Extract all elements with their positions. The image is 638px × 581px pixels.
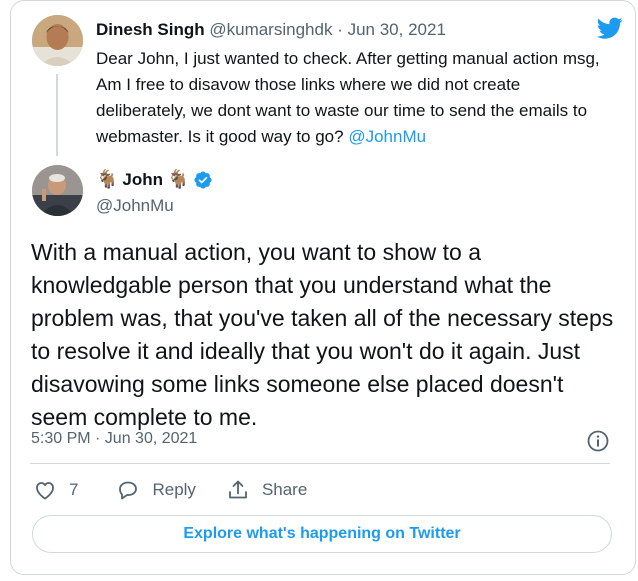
avatar-dinesh-singh[interactable] — [32, 15, 83, 66]
actions-divider — [30, 463, 610, 464]
reply-date[interactable]: Jun 30, 2021 — [348, 20, 446, 39]
main-tweet-text: With a manual action, you want to show t… — [31, 239, 614, 430]
author-display-name[interactable]: John — [122, 170, 163, 190]
verified-badge-icon — [194, 170, 212, 189]
author-name-row[interactable]: 🐐 John 🐐 — [96, 169, 213, 190]
share-icon — [229, 480, 247, 499]
share-label: Share — [261, 480, 308, 499]
like-button[interactable]: 7 — [33, 478, 78, 502]
reply-bubble-icon — [119, 481, 138, 500]
heart-icon — [36, 482, 54, 500]
share-button[interactable]: Share — [226, 478, 307, 502]
reply-button[interactable]: Reply — [116, 478, 196, 502]
goat-emoji-suffix: 🐐 — [167, 169, 190, 189]
reply-tweet-text: Dear John, I just wanted to check. After… — [96, 46, 601, 150]
info-icon[interactable] — [586, 429, 610, 453]
explore-twitter-button[interactable]: Explore what's happening on Twitter — [32, 515, 612, 553]
reply-handle[interactable]: @kumarsinghdk — [209, 20, 332, 39]
thread-connector-line — [56, 74, 58, 156]
tweet-actions-bar: 7 Reply Share — [33, 478, 337, 502]
reply-label: Reply — [152, 480, 196, 499]
reply-tweet-header: Dinesh Singh @kumarsinghdk · Jun 30, 202… — [96, 20, 446, 40]
mention-link[interactable]: @JohnMu — [348, 127, 426, 146]
reply-display-name[interactable]: Dinesh Singh — [96, 20, 205, 39]
like-count: 7 — [69, 480, 79, 499]
avatar-image — [32, 15, 83, 66]
avatar-john[interactable] — [32, 165, 83, 216]
twitter-bird-icon[interactable] — [595, 15, 625, 41]
author-handle[interactable]: @JohnMu — [96, 196, 174, 216]
goat-emoji-prefix: 🐐 — [96, 169, 119, 189]
tweet-timestamp[interactable]: 5:30 PM · Jun 30, 2021 — [31, 430, 197, 448]
separator-dot: · — [337, 20, 343, 39]
avatar-image — [32, 165, 83, 216]
